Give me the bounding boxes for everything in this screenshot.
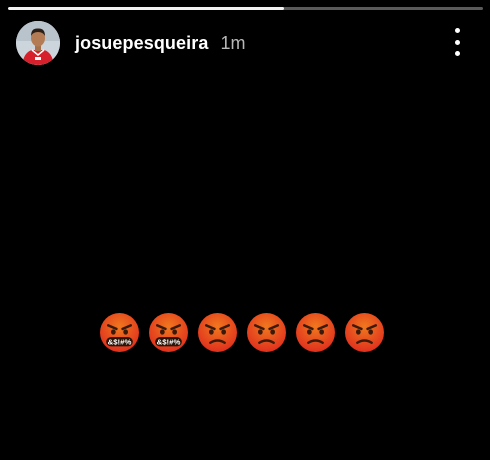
angry-face-icon <box>296 313 335 352</box>
dot <box>454 51 460 56</box>
story-viewer[interactable]: josuepesqueira 1m &$!#% &$!#% <box>0 0 490 460</box>
dot <box>454 28 460 33</box>
story-emoji-text: &$!#% &$!#% <box>99 312 385 353</box>
username[interactable]: josuepesqueira <box>75 33 208 54</box>
angry-face-icon <box>247 313 286 352</box>
angry-face-icon <box>345 313 384 352</box>
story-header: josuepesqueira 1m <box>16 20 245 66</box>
symbols-text: &$!#% <box>157 337 181 346</box>
angry-face-icon <box>198 313 237 352</box>
more-vertical-icon[interactable] <box>446 28 468 56</box>
face-with-symbols-on-mouth-icon: &$!#% <box>100 313 139 352</box>
profile-photo-icon[interactable] <box>16 21 60 65</box>
dot <box>454 39 460 45</box>
story-progress-fill <box>8 7 284 10</box>
face-with-symbols-on-mouth-icon: &$!#% <box>149 313 188 352</box>
symbols-text: &$!#% <box>108 337 132 346</box>
post-time: 1m <box>220 32 246 53</box>
story-progress-bar <box>8 7 483 10</box>
